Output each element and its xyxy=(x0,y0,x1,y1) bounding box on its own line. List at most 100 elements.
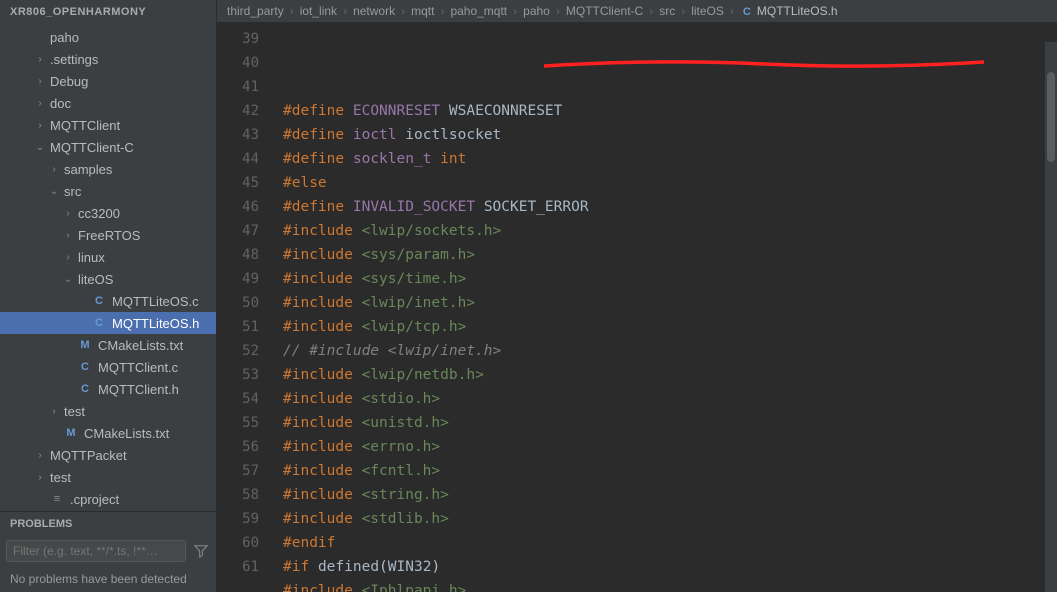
tree-item-label: test xyxy=(64,404,85,419)
tree-item[interactable]: ›doc xyxy=(0,92,216,114)
tree-item[interactable]: ›FreeRTOS xyxy=(0,224,216,246)
code-area[interactable]: #define ECONNRESET WSAECONNRESET#define … xyxy=(277,23,1057,592)
code-line[interactable]: // #include <lwip/inet.h> xyxy=(283,339,1057,363)
breadcrumb-item[interactable]: src xyxy=(659,4,675,18)
tree-item[interactable]: CMQTTClient.c xyxy=(0,356,216,378)
code-line[interactable]: #else xyxy=(283,171,1057,195)
tree-item[interactable]: ›test xyxy=(0,466,216,488)
breadcrumb-label: MQTTLiteOS.h xyxy=(757,4,838,18)
tree-item[interactable]: CMQTTClient.h xyxy=(0,378,216,400)
file-icon: C xyxy=(92,295,106,307)
tree-item-label: CMakeLists.txt xyxy=(84,426,169,441)
line-number: 44 xyxy=(217,147,259,171)
line-number: 59 xyxy=(217,507,259,531)
tree-item[interactable]: CMQTTLiteOS.h xyxy=(0,312,216,334)
tree-item-label: paho xyxy=(50,30,79,45)
code-line[interactable]: #include <stdio.h> xyxy=(283,387,1057,411)
code-line[interactable]: #define ECONNRESET WSAECONNRESET xyxy=(283,99,1057,123)
file-icon: C xyxy=(92,317,106,329)
code-line[interactable]: #include <sys/param.h> xyxy=(283,243,1057,267)
breadcrumb-label: mqtt xyxy=(411,4,434,18)
tree-item[interactable]: MCMakeLists.txt xyxy=(0,422,216,444)
line-number: 60 xyxy=(217,531,259,555)
breadcrumb-label: liteOS xyxy=(691,4,724,18)
code-line[interactable]: #include <stdlib.h> xyxy=(283,507,1057,531)
code-line[interactable]: #define socklen_t int xyxy=(283,147,1057,171)
chevron-icon: › xyxy=(34,76,46,87)
code-line[interactable]: #include <lwip/sockets.h> xyxy=(283,219,1057,243)
chevron-icon: › xyxy=(34,472,46,483)
chevron-icon: › xyxy=(48,164,60,175)
code-editor[interactable]: 3940414243444546474849505152535455565758… xyxy=(217,23,1057,592)
code-line[interactable]: #include <lwip/netdb.h> xyxy=(283,363,1057,387)
problems-header: PROBLEMS xyxy=(0,511,216,536)
code-line[interactable]: #include <Iphlpapi.h> xyxy=(283,579,1057,592)
vertical-scrollbar[interactable] xyxy=(1045,42,1057,592)
chevron-icon: ⌄ xyxy=(48,186,60,197)
tree-item-label: .settings xyxy=(50,52,98,67)
tree-item-label: CMakeLists.txt xyxy=(98,338,183,353)
code-line[interactable]: #define ioctl ioctlsocket xyxy=(283,123,1057,147)
code-line[interactable]: #include <lwip/inet.h> xyxy=(283,291,1057,315)
chevron-icon: ⌄ xyxy=(62,274,74,285)
breadcrumb-item[interactable]: paho xyxy=(523,4,550,18)
tree-item[interactable]: ≡.cproject xyxy=(0,488,216,510)
breadcrumb-label: MQTTClient-C xyxy=(566,4,643,18)
line-number: 57 xyxy=(217,459,259,483)
code-line[interactable]: #include <string.h> xyxy=(283,483,1057,507)
breadcrumb-label: paho xyxy=(523,4,550,18)
tree-item[interactable]: ›MQTTClient xyxy=(0,114,216,136)
breadcrumb-label: third_party xyxy=(227,4,284,18)
code-line[interactable]: #include <fcntl.h> xyxy=(283,459,1057,483)
scrollbar-thumb[interactable] xyxy=(1047,72,1055,162)
tree-item[interactable]: › .settings xyxy=(0,48,216,70)
chevron-icon: › xyxy=(34,54,46,65)
file-icon: C xyxy=(78,361,92,373)
code-line[interactable]: #include <lwip/tcp.h> xyxy=(283,315,1057,339)
tree-item-label: .cproject xyxy=(70,492,119,507)
filter-icon[interactable] xyxy=(192,542,210,560)
problems-filter-input[interactable] xyxy=(6,540,186,562)
tree-item[interactable]: ⌄ liteOS xyxy=(0,268,216,290)
tree-item[interactable]: ›samples xyxy=(0,158,216,180)
chevron-icon: › xyxy=(34,120,46,131)
chevron-right-icon: › xyxy=(556,4,560,18)
file-icon: C xyxy=(78,383,92,395)
breadcrumb-item[interactable]: liteOS xyxy=(691,4,724,18)
tree-item[interactable]: ›cc3200 xyxy=(0,202,216,224)
chevron-icon: › xyxy=(62,208,74,219)
tree-item[interactable]: ›Debug xyxy=(0,70,216,92)
tree-item[interactable]: ⌄src xyxy=(0,180,216,202)
code-line[interactable]: #include <unistd.h> xyxy=(283,411,1057,435)
breadcrumb-item[interactable]: mqtt xyxy=(411,4,434,18)
tree-item[interactable]: C MQTTLiteOS.c xyxy=(0,290,216,312)
tree-item[interactable]: › test xyxy=(0,400,216,422)
tree-item[interactable]: MCMakeLists.txt xyxy=(0,334,216,356)
tree-item[interactable]: ›MQTTPacket xyxy=(0,444,216,466)
breadcrumb-item[interactable]: network xyxy=(353,4,395,18)
line-number: 53 xyxy=(217,363,259,387)
tree-item-label: liteOS xyxy=(78,272,113,287)
tree-item[interactable]: ›linux xyxy=(0,246,216,268)
code-line[interactable]: #include <sys/time.h> xyxy=(283,267,1057,291)
breadcrumb[interactable]: third_party›iot_link›network›mqtt›paho_m… xyxy=(217,0,1057,23)
code-line[interactable]: #endif xyxy=(283,531,1057,555)
tree-item-label: MQTTPacket xyxy=(50,448,127,463)
code-line[interactable]: #if defined(WIN32) xyxy=(283,555,1057,579)
file-tree[interactable]: paho›.settings›Debug›doc›MQTTClient⌄MQTT… xyxy=(0,24,216,511)
code-line[interactable]: #define INVALID_SOCKET SOCKET_ERROR xyxy=(283,195,1057,219)
tree-item-label: MQTTLiteOS.c xyxy=(112,294,199,309)
breadcrumb-item[interactable]: MQTTClient-C xyxy=(566,4,643,18)
tree-item[interactable]: paho xyxy=(0,26,216,48)
tree-item-label: linux xyxy=(78,250,105,265)
breadcrumb-item[interactable]: iot_link xyxy=(300,4,337,18)
breadcrumb-item[interactable]: paho_mqtt xyxy=(450,4,507,18)
line-number: 50 xyxy=(217,291,259,315)
tree-item[interactable]: ⌄MQTTClient-C xyxy=(0,136,216,158)
line-number: 43 xyxy=(217,123,259,147)
code-line[interactable]: #include <errno.h> xyxy=(283,435,1057,459)
chevron-icon: › xyxy=(48,406,60,417)
problems-status: No problems have been detected xyxy=(0,566,216,592)
breadcrumb-item[interactable]: CMQTTLiteOS.h xyxy=(740,4,838,18)
breadcrumb-item[interactable]: third_party xyxy=(227,4,284,18)
